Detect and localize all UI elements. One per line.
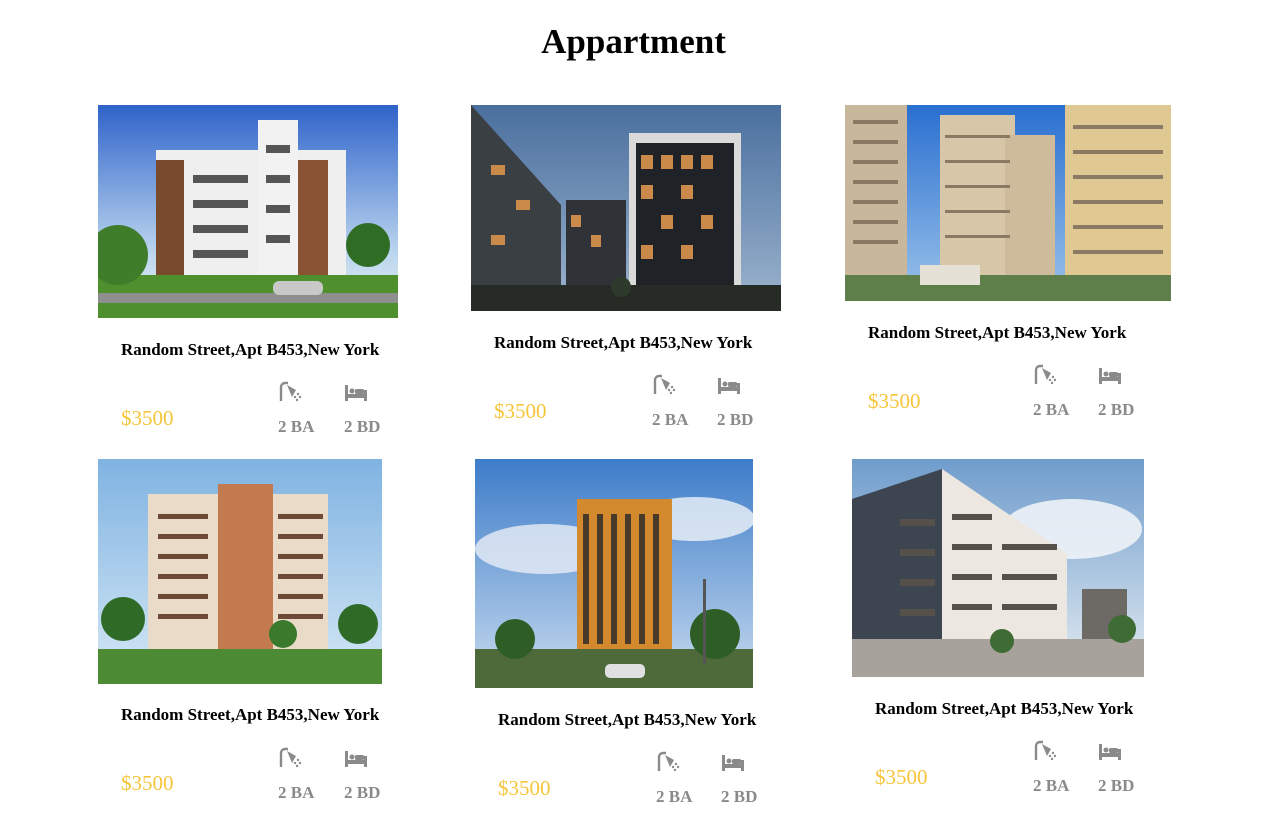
bed-count: 2 BD [1098,400,1135,419]
bed-feature: 2 BD [344,381,404,437]
listing-price: $3500 [121,771,174,795]
bed-count: 2 BD [721,787,758,806]
bed-feature: 2 BD [1098,364,1158,420]
shower-icon [657,751,680,772]
bed-icon [1099,368,1121,384]
listing-price: $3500 [875,765,928,789]
listing-address: Random Street,Apt B453,New York [875,699,1134,718]
listing-price: $3500 [498,776,551,800]
listing-address: Random Street,Apt B453,New York [121,340,380,359]
bed-feature: 2 BD [344,747,404,803]
shower-icon [1034,364,1057,385]
bath-feature: 2 BA [278,747,338,803]
bath-count: 2 BA [652,410,689,429]
bath-count: 2 BA [278,783,315,802]
bed-icon [1099,744,1121,760]
listing-address: Random Street,Apt B453,New York [868,323,1127,342]
bed-icon [345,751,367,767]
bed-count: 2 BD [344,783,381,802]
bed-feature: 2 BD [717,374,777,430]
listing-address: Random Street,Apt B453,New York [494,333,753,352]
apartment-photo[interactable] [471,105,781,311]
bed-icon [345,385,367,401]
bed-icon [722,755,744,771]
bath-count: 2 BA [656,787,693,806]
listing-address: Random Street,Apt B453,New York [121,705,380,724]
bed-feature: 2 BD [1098,740,1158,796]
bath-feature: 2 BA [656,751,716,807]
page-title: Appartment [541,22,726,61]
bath-feature: 2 BA [278,381,338,437]
shower-icon [279,381,302,402]
bath-count: 2 BA [278,417,315,436]
listing-address: Random Street,Apt B453,New York [498,710,757,729]
bath-count: 2 BA [1033,776,1070,795]
shower-icon [653,374,676,395]
bed-count: 2 BD [717,410,754,429]
bath-feature: 2 BA [1033,740,1093,796]
shower-icon [279,747,302,768]
bath-feature: 2 BA [652,374,712,430]
bed-icon [718,378,740,394]
bath-feature: 2 BA [1033,364,1093,420]
bed-count: 2 BD [1098,776,1135,795]
listing-price: $3500 [121,406,174,430]
bed-feature: 2 BD [721,751,781,807]
apartment-photo[interactable] [475,459,753,688]
apartment-photo[interactable] [845,105,1171,301]
listing-price: $3500 [494,399,547,423]
listing-price: $3500 [868,389,921,413]
apartment-photo[interactable] [98,105,398,318]
apartment-photo[interactable] [852,459,1144,677]
bed-count: 2 BD [344,417,381,436]
apartment-photo[interactable] [98,459,382,684]
bath-count: 2 BA [1033,400,1070,419]
shower-icon [1034,740,1057,761]
